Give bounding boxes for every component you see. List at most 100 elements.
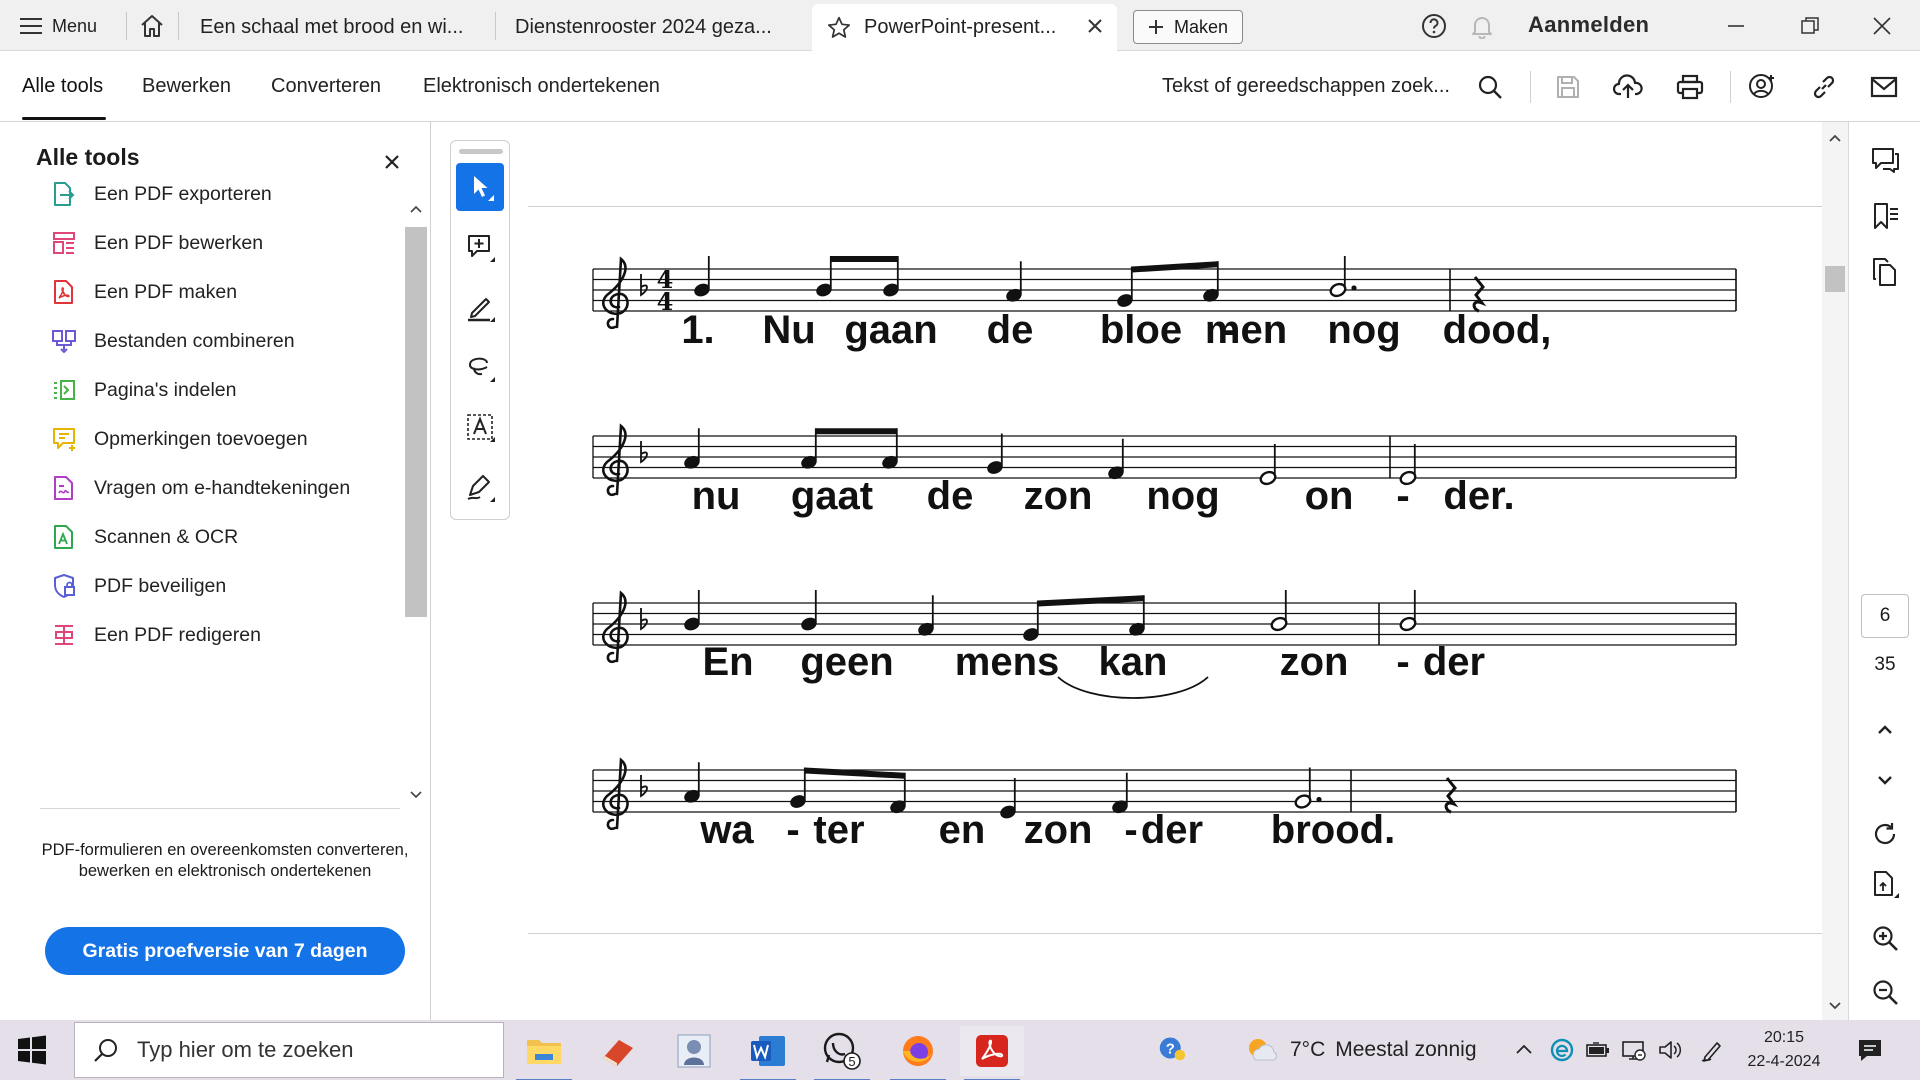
home-button[interactable] — [134, 8, 170, 44]
partly-sunny-icon — [1249, 1039, 1277, 1061]
zoom-in-button[interactable] — [1869, 922, 1901, 954]
flat-sign — [640, 274, 648, 297]
active-tab-indicator — [22, 117, 106, 120]
ebook-app[interactable] — [586, 1026, 650, 1076]
weather-widget[interactable]: 7°C Meestal zonnig — [1244, 1034, 1477, 1066]
taskbar-clock[interactable]: 20:15 22-4-2024 — [1736, 1026, 1832, 1074]
tool-item-label: Opmerkingen toevoegen — [94, 427, 308, 450]
tab-alle-tools[interactable]: Alle tools — [22, 75, 103, 98]
tool-item-scan-ocr[interactable]: Scannen & OCR — [50, 517, 400, 557]
highlight-tool-button[interactable] — [456, 283, 504, 331]
tab-powerpoint[interactable]: PowerPoint-present... — [812, 4, 1117, 51]
email-button[interactable] — [1868, 71, 1900, 103]
select-tool-button[interactable] — [456, 163, 504, 211]
scrollbar-thumb[interactable] — [405, 227, 427, 617]
tab-converteren[interactable]: Converteren — [271, 75, 381, 98]
title-bar: Menu Een schaal met brood en wi... Diens… — [0, 0, 1920, 51]
document-scrollbar[interactable] — [1822, 122, 1848, 1020]
upload-cloud-button[interactable] — [1612, 71, 1644, 103]
scroll-down-icon[interactable] — [1822, 996, 1848, 1016]
chevron-up-icon — [1516, 1044, 1532, 1054]
create-button[interactable]: Maken — [1133, 10, 1243, 44]
tool-item-export-pdf[interactable]: Een PDF exporteren — [50, 174, 400, 214]
music-notation-app[interactable] — [662, 1026, 726, 1076]
bookmarks-panel-button[interactable] — [1869, 200, 1901, 232]
edge-tray-icon[interactable] — [1548, 1036, 1576, 1064]
pdf-page[interactable]: 4 4 1. Nu gaan de bloe - men nog dood, nu gaat de zon n… — [528, 206, 1822, 934]
tool-item-label: Bestanden combineren — [94, 329, 295, 352]
tool-item-label: Een PDF exporteren — [94, 182, 272, 205]
windows-start-icon[interactable] — [16, 1034, 48, 1066]
show-hidden-icons-button[interactable] — [1510, 1036, 1538, 1064]
mail-icon — [1870, 76, 1898, 98]
search-button[interactable] — [1474, 71, 1506, 103]
scroll-up-icon[interactable] — [1822, 128, 1848, 148]
current-page-input[interactable]: 6 — [1861, 594, 1909, 638]
minimize-button[interactable] — [1718, 10, 1754, 42]
copy-link-button[interactable] — [1808, 71, 1840, 103]
scroll-down-icon[interactable] — [404, 785, 428, 805]
weather-temperature: 7°C — [1290, 1038, 1326, 1061]
scroll-up-icon[interactable] — [404, 199, 428, 219]
help-tray-button[interactable]: ? — [1158, 1034, 1186, 1062]
create-label: Maken — [1173, 16, 1229, 37]
star-icon[interactable] — [826, 15, 852, 41]
add-comment-tool-button[interactable] — [456, 223, 504, 271]
tool-item-request-signature[interactable]: Vragen om e-handtekeningen — [50, 468, 400, 508]
save-button[interactable] — [1552, 71, 1584, 103]
toolbar-grip[interactable] — [459, 149, 503, 154]
tool-item-organize-pages[interactable]: Pagina's indelen — [50, 370, 400, 410]
network-tray-icon[interactable] — [1620, 1036, 1648, 1064]
comments-panel-button[interactable] — [1869, 144, 1901, 176]
restore-button[interactable] — [1792, 10, 1828, 42]
tab-dienstenrooster[interactable]: Dienstenrooster 2024 geza... — [495, 4, 810, 51]
quick-tools-strip — [450, 140, 510, 520]
beam — [830, 256, 898, 262]
share-user-button[interactable] — [1746, 71, 1778, 103]
acrobat-app[interactable] — [960, 1026, 1024, 1080]
rotate-button[interactable] — [1869, 818, 1901, 850]
pages-panel-button[interactable] — [1869, 256, 1901, 288]
word-app[interactable] — [736, 1026, 800, 1080]
volume-tray-icon[interactable] — [1656, 1036, 1684, 1064]
help-button[interactable] — [1420, 12, 1448, 40]
draw-tool-button[interactable] — [456, 343, 504, 391]
panel-scrollbar[interactable] — [404, 197, 428, 809]
tool-item-add-comment[interactable]: Opmerkingen toevoegen — [50, 419, 400, 459]
tool-item-edit-pdf[interactable]: Een PDF bewerken — [50, 223, 400, 263]
close-panel-button[interactable] — [378, 148, 406, 176]
sign-tool-button[interactable] — [456, 463, 504, 511]
tool-item-redact-pdf[interactable]: Een PDF redigeren — [50, 615, 400, 655]
file-explorer-app[interactable] — [512, 1026, 576, 1080]
notifications-button[interactable] — [1468, 12, 1496, 40]
firefox-app[interactable] — [886, 1026, 950, 1080]
next-page-button[interactable] — [1869, 764, 1901, 796]
tab-bewerken[interactable]: Bewerken — [142, 75, 231, 98]
tool-item-create-pdf[interactable]: Een PDF maken — [50, 272, 400, 312]
free-trial-button[interactable]: Gratis proefversie van 7 dagen — [45, 927, 405, 975]
pen-tray-icon[interactable] — [1698, 1036, 1726, 1064]
link-icon — [1813, 75, 1835, 99]
whatsapp-app[interactable]: 5 — [810, 1026, 874, 1080]
menu-button[interactable]: Menu — [12, 8, 105, 44]
text-tool-button[interactable] — [456, 403, 504, 451]
tab-elektronisch-ondertekenen[interactable]: Elektronisch ondertekenen — [423, 75, 660, 98]
notification-center-button[interactable] — [1856, 1036, 1884, 1064]
tab-schaal[interactable]: Een schaal met brood en wi... — [180, 4, 495, 51]
close-window-button[interactable] — [1864, 10, 1900, 42]
signin-button[interactable]: Aanmelden — [1528, 12, 1649, 38]
time-signature-bottom: 4 — [657, 287, 674, 316]
tool-search-input[interactable]: Tekst of gereedschappen zoek... — [1162, 75, 1450, 98]
tool-item-combine-files[interactable]: Bestanden combineren — [50, 321, 400, 361]
close-tab-icon[interactable] — [1085, 16, 1105, 36]
tool-item-protect-pdf[interactable]: PDF beveiligen — [50, 566, 400, 606]
page-display-button[interactable] — [1869, 868, 1901, 900]
print-button[interactable] — [1674, 71, 1706, 103]
battery-tray-icon[interactable] — [1584, 1036, 1612, 1064]
taskbar-search-input[interactable]: Typ hier om te zoeken — [74, 1022, 504, 1078]
beam — [1131, 261, 1218, 273]
zoom-out-button[interactable] — [1869, 976, 1901, 1008]
scrollbar-thumb[interactable] — [1825, 266, 1845, 292]
previous-page-button[interactable] — [1869, 714, 1901, 746]
protect-pdf-icon — [50, 572, 78, 600]
